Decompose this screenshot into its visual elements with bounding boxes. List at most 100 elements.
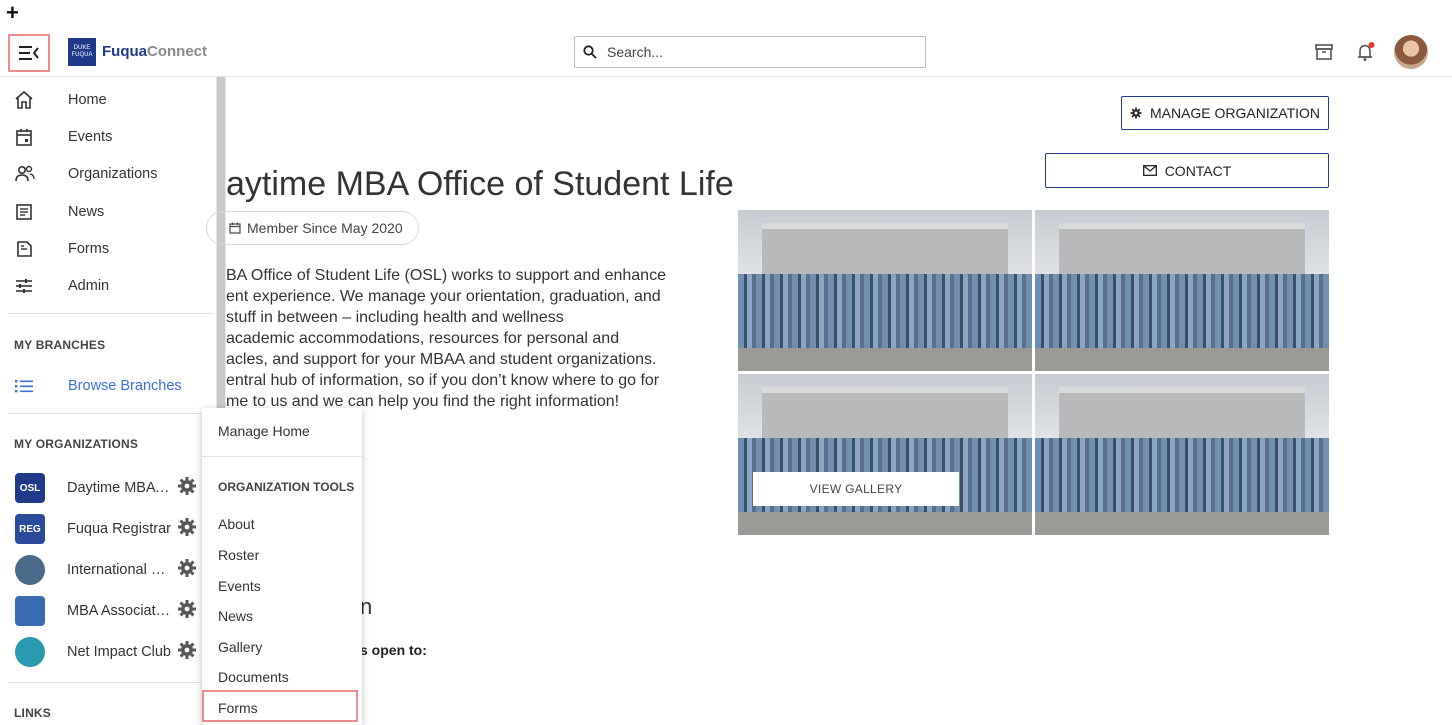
- description-line: acles, and support for your MBAA and stu…: [226, 351, 657, 368]
- org-name: Daytime MBA Office of Student Life: [67, 480, 171, 496]
- sidebar-item-events[interactable]: Events: [0, 119, 216, 155]
- org-avatar: OSL: [15, 473, 45, 503]
- logo-mark-line-1: DUKE: [73, 45, 91, 51]
- gear-icon: [178, 517, 196, 536]
- org-avatar: REG: [15, 514, 45, 544]
- org-name: MBA Association: [67, 603, 171, 619]
- sliders-icon: [16, 279, 32, 293]
- org-settings-button[interactable]: [177, 599, 197, 624]
- view-gallery-button[interactable]: VIEW GALLERY: [753, 472, 959, 506]
- search-icon: [583, 45, 597, 59]
- menu-toggle-button[interactable]: [8, 34, 50, 72]
- dropdown-divider: [202, 456, 362, 457]
- sidebar-scroll-thumb[interactable]: [217, 77, 225, 427]
- contact-button[interactable]: CONTACT: [1045, 153, 1329, 188]
- gallery-photo[interactable]: [738, 210, 1032, 371]
- sidebar-divider: [8, 682, 214, 683]
- manage-organization-button[interactable]: MANAGE ORGANIZATION: [1121, 96, 1329, 130]
- gallery-photo[interactable]: [1035, 210, 1329, 371]
- sidebar-item-organizations[interactable]: Organizations: [0, 156, 216, 192]
- corner-plus-mark: +: [6, 0, 19, 25]
- page-title: aytime MBA Office of Student Life: [226, 165, 734, 203]
- logo-mark-line-2: FUQUA: [71, 52, 93, 58]
- org-name: International Students: [67, 562, 171, 578]
- dropdown-item-documents[interactable]: Documents: [218, 669, 289, 685]
- gallery-photo[interactable]: [738, 374, 1032, 535]
- gallery-photo[interactable]: [1035, 374, 1329, 535]
- sidebar-item-label: Home: [68, 92, 107, 108]
- archive-icon: [1315, 44, 1333, 60]
- search-box[interactable]: [574, 36, 926, 68]
- user-avatar[interactable]: [1394, 35, 1428, 69]
- notifications-button[interactable]: [1354, 40, 1378, 64]
- member-since-badge: Member Since May 2020: [206, 211, 419, 245]
- org-item-international[interactable]: International Students: [0, 551, 216, 589]
- org-description: BA Office of Student Life (OSL) works to…: [226, 265, 696, 412]
- calendar-icon: [229, 222, 241, 234]
- sidebar-item-forms[interactable]: Forms: [0, 231, 216, 267]
- org-name: Net Impact Club: [67, 644, 171, 660]
- sidebar-item-label: Admin: [68, 278, 110, 294]
- contact-label: CONTACT: [1164, 162, 1232, 179]
- search-input[interactable]: [605, 43, 909, 61]
- logo-text-connect: Connect: [147, 43, 207, 60]
- sidebar-item-label: Forms: [68, 241, 110, 257]
- org-settings-button[interactable]: [177, 476, 197, 501]
- org-settings-button[interactable]: [177, 558, 197, 583]
- manage-organization-label: MANAGE ORGANIZATION: [1149, 105, 1321, 121]
- gear-icon: [1130, 107, 1142, 119]
- dropdown-item-events[interactable]: Events: [218, 578, 261, 594]
- bell-icon: [1358, 42, 1375, 61]
- sidebar-item-home[interactable]: Home: [0, 82, 216, 118]
- logo-text-fuqua: Fuqua: [102, 43, 147, 60]
- sidebar-item-browse-branches[interactable]: Browse Branches: [0, 368, 216, 404]
- forms-highlight-box: [202, 690, 358, 722]
- org-item-daytime-mba[interactable]: OSL Daytime MBA Office of Student Life: [0, 469, 216, 507]
- fuqua-connect-logo[interactable]: DUKE FUQUA FuquaConnect: [68, 38, 207, 66]
- org-settings-button[interactable]: [177, 517, 197, 542]
- menu-collapse-icon: [19, 46, 39, 60]
- sidebar-divider: [8, 313, 214, 314]
- description-line: BA Office of Student Life (OSL) works to…: [226, 267, 666, 284]
- sidebar-item-label: Events: [68, 129, 113, 145]
- open-to-label: s open to:: [360, 642, 427, 658]
- sidebar-item-label: Organizations: [68, 166, 158, 182]
- envelope-icon: [1142, 165, 1157, 176]
- home-icon: [15, 90, 33, 109]
- sidebar-item-label: News: [68, 204, 105, 220]
- org-avatar: [15, 555, 45, 585]
- archive-button[interactable]: [1312, 40, 1336, 64]
- description-line: ent experience. We manage your orientati…: [226, 288, 661, 305]
- org-tools-dropdown: Manage Home ORGANIZATION TOOLS About Ros…: [202, 408, 362, 725]
- people-icon: [15, 165, 35, 182]
- list-icon: [15, 380, 33, 393]
- dropdown-item-news[interactable]: News: [218, 608, 253, 624]
- org-name: Fuqua Registrar: [67, 521, 171, 537]
- sidebar-divider: [8, 413, 214, 414]
- news-icon: [16, 204, 32, 220]
- org-item-fuqua-registrar[interactable]: REG Fuqua Registrar: [0, 510, 216, 548]
- calendar-icon: [16, 129, 32, 146]
- org-avatar: [15, 637, 45, 667]
- gear-icon: [178, 640, 196, 659]
- my-branches-heading: MY BRANCHES: [14, 338, 106, 352]
- sidebar-item-news[interactable]: News: [0, 194, 216, 230]
- dropdown-item-roster[interactable]: Roster: [218, 547, 259, 563]
- gear-icon: [178, 476, 196, 495]
- dropdown-item-manage-home[interactable]: Manage Home: [218, 423, 310, 439]
- org-settings-button[interactable]: [177, 640, 197, 665]
- forms-icon: [17, 241, 32, 257]
- dropdown-item-gallery[interactable]: Gallery: [218, 639, 262, 655]
- dropdown-item-about[interactable]: About: [218, 516, 255, 532]
- description-line: entral hub of information, so if you don…: [226, 372, 660, 389]
- member-since-text: Member Since May 2020: [247, 220, 403, 236]
- links-heading: LINKS: [14, 706, 51, 720]
- org-avatar: [15, 596, 45, 626]
- org-item-net-impact[interactable]: Net Impact Club: [0, 633, 216, 671]
- description-line: academic accommodations, resources for p…: [226, 330, 620, 347]
- gear-icon: [178, 558, 196, 577]
- org-item-mba-association[interactable]: MBA Association: [0, 592, 216, 630]
- browse-branches-label: Browse Branches: [68, 378, 182, 394]
- organization-tools-heading: ORGANIZATION TOOLS: [218, 480, 355, 494]
- sidebar-item-admin[interactable]: Admin: [0, 268, 216, 304]
